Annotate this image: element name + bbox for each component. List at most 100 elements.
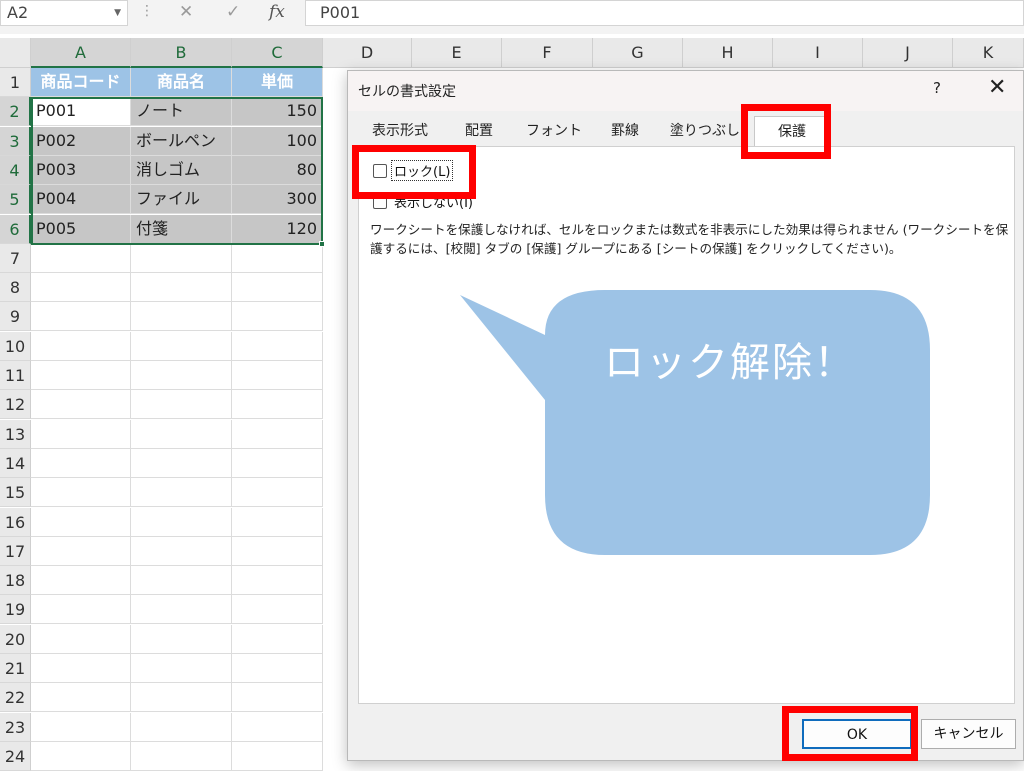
table-cell[interactable] <box>131 537 232 566</box>
row-header-8[interactable]: 8 <box>0 273 31 302</box>
table-cell[interactable]: ノート <box>131 97 232 126</box>
table-cell[interactable]: 100 <box>232 127 323 156</box>
function-icon[interactable]: fx <box>269 0 285 24</box>
name-box[interactable]: A2 ▼ <box>0 0 128 26</box>
column-header-a[interactable]: A <box>31 38 131 68</box>
row-header-20[interactable]: 20 <box>0 625 31 654</box>
table-cell[interactable] <box>31 654 131 683</box>
row-header-18[interactable]: 18 <box>0 566 31 595</box>
table-cell[interactable] <box>131 713 232 742</box>
table-cell[interactable] <box>31 713 131 742</box>
lock-checkbox[interactable] <box>373 164 387 178</box>
row-header-14[interactable]: 14 <box>0 449 31 478</box>
table-cell[interactable] <box>131 625 232 654</box>
tab-fill[interactable]: 塗りつぶし <box>658 116 752 146</box>
row-header-24[interactable]: 24 <box>0 742 31 771</box>
table-cell[interactable] <box>232 273 323 302</box>
table-cell[interactable] <box>31 420 131 449</box>
table-cell[interactable] <box>232 478 323 507</box>
row-header-11[interactable]: 11 <box>0 361 31 390</box>
table-cell[interactable] <box>31 302 131 331</box>
close-icon[interactable]: ✕ <box>988 75 1006 100</box>
table-cell[interactable] <box>131 654 232 683</box>
table-cell[interactable] <box>31 390 131 419</box>
table-cell[interactable]: 付箋 <box>131 215 232 244</box>
row-header-7[interactable]: 7 <box>0 244 31 273</box>
table-cell[interactable] <box>31 273 131 302</box>
table-cell[interactable]: P004 <box>31 185 131 214</box>
column-header-i[interactable]: I <box>773 38 863 68</box>
column-header-d[interactable]: D <box>323 38 412 68</box>
table-cell[interactable]: P003 <box>31 156 131 185</box>
column-header-h[interactable]: H <box>683 38 773 68</box>
row-header-2[interactable]: 2 <box>0 97 31 126</box>
table-cell[interactable]: P005 <box>31 215 131 244</box>
ok-button[interactable]: OK <box>802 719 912 749</box>
row-header-16[interactable]: 16 <box>0 508 31 537</box>
table-cell[interactable] <box>31 361 131 390</box>
tab-border[interactable]: 罫線 <box>592 116 658 146</box>
table-cell[interactable] <box>232 449 323 478</box>
table-cell[interactable]: ファイル <box>131 185 232 214</box>
table-cell[interactable] <box>131 390 232 419</box>
table-cell[interactable]: 消しゴム <box>131 156 232 185</box>
row-header-5[interactable]: 5 <box>0 185 31 214</box>
row-header-17[interactable]: 17 <box>0 537 31 566</box>
table-cell[interactable] <box>131 420 232 449</box>
table-cell[interactable] <box>31 742 131 771</box>
table-cell[interactable] <box>131 302 232 331</box>
table-cell[interactable] <box>131 449 232 478</box>
table-cell[interactable] <box>131 566 232 595</box>
table-cell[interactable] <box>131 683 232 712</box>
table-cell[interactable] <box>232 566 323 595</box>
row-header-19[interactable]: 19 <box>0 595 31 624</box>
table-cell[interactable] <box>232 361 323 390</box>
table-cell[interactable] <box>131 595 232 624</box>
select-all-corner[interactable] <box>0 38 31 68</box>
table-cell[interactable] <box>31 478 131 507</box>
table-cell[interactable] <box>131 742 232 771</box>
table-cell[interactable] <box>232 595 323 624</box>
table-cell[interactable] <box>232 332 323 361</box>
table-cell[interactable] <box>232 625 323 654</box>
tab-protection[interactable]: 保護 <box>754 116 830 146</box>
table-cell[interactable] <box>232 390 323 419</box>
table-cell[interactable] <box>31 449 131 478</box>
fill-handle[interactable] <box>319 241 325 247</box>
table-cell[interactable] <box>31 625 131 654</box>
row-header-12[interactable]: 12 <box>0 390 31 419</box>
help-icon[interactable]: ? <box>933 79 941 97</box>
enter-icon[interactable]: ✓ <box>226 0 240 24</box>
table-cell[interactable]: P002 <box>31 127 131 156</box>
row-header-3[interactable]: 3 <box>0 127 31 156</box>
column-header-f[interactable]: F <box>502 38 593 68</box>
table-cell[interactable] <box>131 478 232 507</box>
table-cell[interactable] <box>31 683 131 712</box>
row-header-22[interactable]: 22 <box>0 683 31 712</box>
column-header-j[interactable]: J <box>863 38 953 68</box>
hidden-label[interactable]: 表示しない(I) <box>394 192 473 211</box>
row-header-9[interactable]: 9 <box>0 302 31 331</box>
table-header-cell[interactable]: 商品コード <box>31 68 131 97</box>
table-cell[interactable] <box>31 332 131 361</box>
column-header-g[interactable]: G <box>593 38 683 68</box>
table-cell[interactable]: 300 <box>232 185 323 214</box>
table-cell[interactable] <box>232 244 323 273</box>
hidden-checkbox[interactable] <box>373 195 387 209</box>
row-header-6[interactable]: 6 <box>0 215 31 244</box>
row-header-13[interactable]: 13 <box>0 420 31 449</box>
table-header-cell[interactable]: 商品名 <box>131 68 232 97</box>
table-cell[interactable] <box>131 244 232 273</box>
table-cell[interactable] <box>232 508 323 537</box>
row-header-4[interactable]: 4 <box>0 156 31 185</box>
lock-label[interactable]: ロック(L) <box>390 160 454 181</box>
table-cell[interactable]: 120 <box>232 215 323 244</box>
tab-font[interactable]: フォント <box>516 116 592 146</box>
formula-input[interactable]: P001 <box>305 0 1024 26</box>
table-cell[interactable] <box>131 508 232 537</box>
row-header-15[interactable]: 15 <box>0 478 31 507</box>
table-cell[interactable] <box>232 420 323 449</box>
row-header-10[interactable]: 10 <box>0 332 31 361</box>
table-cell[interactable] <box>232 537 323 566</box>
table-cell[interactable]: 150 <box>232 97 323 126</box>
